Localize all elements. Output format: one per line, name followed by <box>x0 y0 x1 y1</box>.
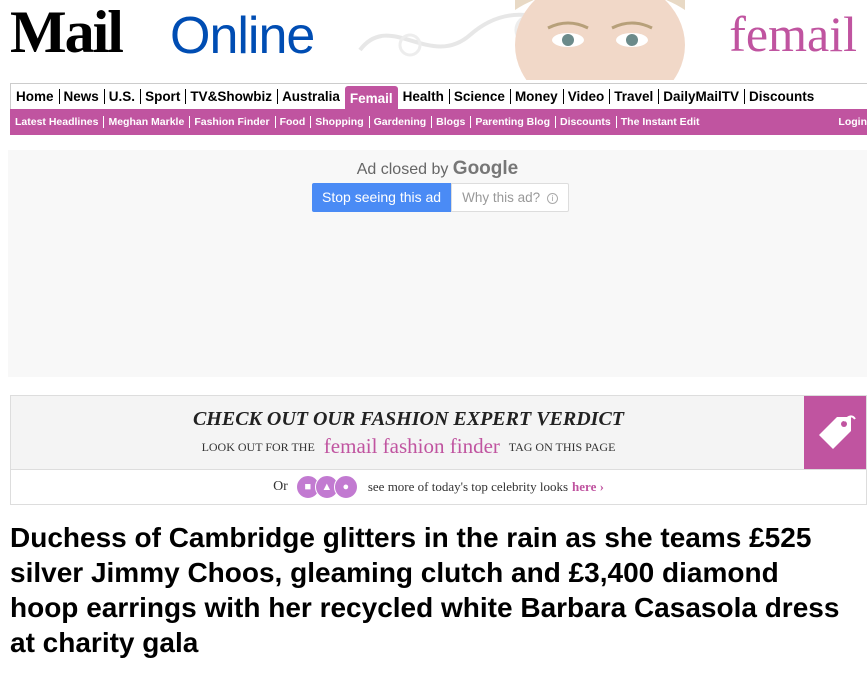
secondary-nav: Latest Headlines Meghan Markle Fashion Fin… <box>10 109 867 135</box>
subnav-item-parenting-blog[interactable]: Parenting Blog <box>470 109 555 135</box>
subnav-item-latest-headlines[interactable]: Latest Headlines <box>10 109 103 135</box>
mail-logo[interactable]: Mail <box>10 2 124 62</box>
google-wordmark: Google <box>452 158 519 179</box>
nav-item-sport[interactable]: Sport <box>140 84 185 109</box>
price-tag-icon <box>804 396 866 469</box>
or-text: Or <box>273 479 288 494</box>
nav-item-science[interactable]: Science <box>448 84 510 109</box>
nav-item-money[interactable]: Money <box>509 84 563 109</box>
subnav-item-shopping[interactable]: Shopping <box>310 109 368 135</box>
subnav-item-gardening[interactable]: Gardening <box>368 109 432 135</box>
fashion-finder-subtitle: LOOK OUT FOR THE femail fashion finder T… <box>11 434 806 459</box>
subnav-item-food[interactable]: Food <box>274 109 311 135</box>
masthead: Mail Online femail <box>0 0 867 80</box>
nav-item-u-s-[interactable]: U.S. <box>103 84 140 109</box>
login-link[interactable]: Login <box>838 109 867 135</box>
femail-face-graphic <box>515 0 685 80</box>
ad-closed-panel: Ad closed by Google Stop seeing this ad … <box>8 150 867 377</box>
ad-closed-text: Ad closed by <box>356 161 449 178</box>
nav-item-discounts[interactable]: Discounts <box>744 84 819 109</box>
nav-item-news[interactable]: News <box>58 84 104 109</box>
nav-item-femail[interactable]: Femail <box>344 86 398 110</box>
why-this-ad-button[interactable]: Why this ad? i <box>451 183 569 212</box>
why-this-ad-label: Why this ad? <box>462 190 541 205</box>
ad-feedback-buttons: Stop seeing this ad Why this ad? i <box>312 183 569 212</box>
tag-on-page-text: TAG ON THIS PAGE <box>508 440 616 454</box>
nav-item-dailymailtv[interactable]: DailyMailTV <box>658 84 744 109</box>
stop-seeing-ad-button[interactable]: Stop seeing this ad <box>312 183 452 212</box>
subnav-item-discounts[interactable]: Discounts <box>555 109 616 135</box>
here-link[interactable]: here › <box>572 479 604 495</box>
nav-item-home[interactable]: Home <box>11 84 59 109</box>
article-headline: Duchess of Cambridge glitters in the rai… <box>10 522 840 658</box>
subnav-item-meghan-markle[interactable]: Meghan Markle <box>103 109 189 135</box>
nav-item-tv-showbiz[interactable]: TV&Showbiz <box>185 84 277 109</box>
nav-item-australia[interactable]: Australia <box>277 84 345 109</box>
fashion-finder-title: CHECK OUT OUR FASHION EXPERT VERDICT <box>192 408 625 430</box>
primary-nav: Home News U.S. Sport TV&Showbiz Australia Fema… <box>10 83 867 110</box>
online-logo[interactable]: Online <box>170 8 315 64</box>
see-more-text: see more of today's top celebrity looks <box>367 479 569 494</box>
fashion-finder-logo: femail fashion finder <box>323 434 500 458</box>
clothing-circle-icons: ■ ▲ ● <box>295 475 358 499</box>
ad-closed-message: Ad closed by Google <box>8 158 867 180</box>
bag-icon: ● <box>333 475 358 499</box>
subnav-item-the-instant-edit[interactable]: The Instant Edit <box>615 109 705 135</box>
femail-section-brand[interactable]: femail <box>729 4 857 64</box>
nav-item-travel[interactable]: Travel <box>609 84 658 109</box>
subnav-item-fashion-finder[interactable]: Fashion Finder <box>189 109 274 135</box>
nav-item-health[interactable]: Health <box>398 84 449 109</box>
fashion-finder-more: Or ■ ▲ ● see more of today's top celebri… <box>11 469 866 504</box>
info-icon: i <box>546 193 558 204</box>
look-out-text: LOOK OUT FOR THE <box>201 440 315 454</box>
subnav-item-blogs[interactable]: Blogs <box>431 109 470 135</box>
fashion-finder-banner[interactable]: CHECK OUT OUR FASHION EXPERT VERDICT LOO… <box>10 395 867 505</box>
nav-item-video[interactable]: Video <box>562 84 610 109</box>
fashion-finder-top: CHECK OUT OUR FASHION EXPERT VERDICT LOO… <box>11 396 866 469</box>
